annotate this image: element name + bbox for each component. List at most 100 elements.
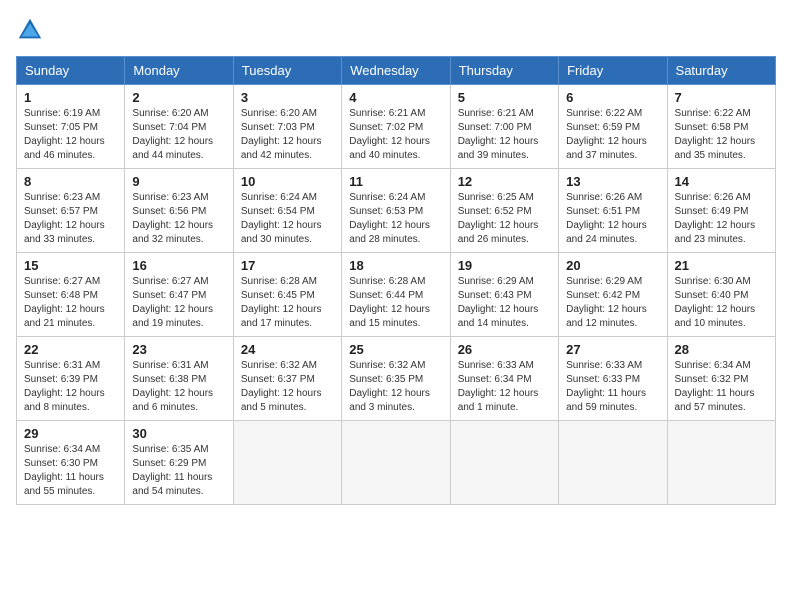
day-info: Sunrise: 6:30 AM Sunset: 6:40 PM Dayligh…	[675, 275, 768, 331]
calendar-cell: 27 Sunrise: 6:33 AM Sunset: 6:33 PM Dayl…	[559, 337, 667, 421]
calendar-cell	[450, 421, 558, 505]
col-header-thursday: Thursday	[450, 57, 558, 85]
calendar-cell: 9 Sunrise: 6:23 AM Sunset: 6:56 PM Dayli…	[125, 169, 233, 253]
day-number: 18	[349, 258, 442, 273]
day-number: 3	[241, 90, 334, 105]
day-number: 5	[458, 90, 551, 105]
day-info: Sunrise: 6:28 AM Sunset: 6:45 PM Dayligh…	[241, 275, 334, 331]
calendar-cell: 12 Sunrise: 6:25 AM Sunset: 6:52 PM Dayl…	[450, 169, 558, 253]
day-number: 14	[675, 174, 768, 189]
calendar-cell	[667, 421, 775, 505]
day-number: 22	[24, 342, 117, 357]
day-number: 11	[349, 174, 442, 189]
day-info: Sunrise: 6:25 AM Sunset: 6:52 PM Dayligh…	[458, 191, 551, 247]
day-number: 15	[24, 258, 117, 273]
calendar-cell	[342, 421, 450, 505]
day-info: Sunrise: 6:20 AM Sunset: 7:04 PM Dayligh…	[132, 107, 225, 163]
page-header	[16, 16, 776, 44]
day-number: 20	[566, 258, 659, 273]
day-number: 10	[241, 174, 334, 189]
calendar-cell	[559, 421, 667, 505]
calendar-header-row: SundayMondayTuesdayWednesdayThursdayFrid…	[17, 57, 776, 85]
logo-icon	[16, 16, 44, 44]
day-number: 30	[132, 426, 225, 441]
day-number: 21	[675, 258, 768, 273]
calendar-table: SundayMondayTuesdayWednesdayThursdayFrid…	[16, 56, 776, 505]
day-number: 4	[349, 90, 442, 105]
calendar-cell: 14 Sunrise: 6:26 AM Sunset: 6:49 PM Dayl…	[667, 169, 775, 253]
day-info: Sunrise: 6:35 AM Sunset: 6:29 PM Dayligh…	[132, 443, 225, 499]
calendar-cell: 30 Sunrise: 6:35 AM Sunset: 6:29 PM Dayl…	[125, 421, 233, 505]
day-info: Sunrise: 6:22 AM Sunset: 6:59 PM Dayligh…	[566, 107, 659, 163]
day-number: 17	[241, 258, 334, 273]
logo	[16, 16, 48, 44]
calendar-cell: 11 Sunrise: 6:24 AM Sunset: 6:53 PM Dayl…	[342, 169, 450, 253]
calendar-week-row: 15 Sunrise: 6:27 AM Sunset: 6:48 PM Dayl…	[17, 253, 776, 337]
calendar-cell: 22 Sunrise: 6:31 AM Sunset: 6:39 PM Dayl…	[17, 337, 125, 421]
day-info: Sunrise: 6:22 AM Sunset: 6:58 PM Dayligh…	[675, 107, 768, 163]
calendar-cell: 20 Sunrise: 6:29 AM Sunset: 6:42 PM Dayl…	[559, 253, 667, 337]
calendar-cell: 25 Sunrise: 6:32 AM Sunset: 6:35 PM Dayl…	[342, 337, 450, 421]
day-info: Sunrise: 6:34 AM Sunset: 6:32 PM Dayligh…	[675, 359, 768, 415]
day-info: Sunrise: 6:23 AM Sunset: 6:57 PM Dayligh…	[24, 191, 117, 247]
day-info: Sunrise: 6:23 AM Sunset: 6:56 PM Dayligh…	[132, 191, 225, 247]
day-number: 26	[458, 342, 551, 357]
calendar-cell: 4 Sunrise: 6:21 AM Sunset: 7:02 PM Dayli…	[342, 85, 450, 169]
calendar-cell: 1 Sunrise: 6:19 AM Sunset: 7:05 PM Dayli…	[17, 85, 125, 169]
col-header-tuesday: Tuesday	[233, 57, 341, 85]
calendar-week-row: 1 Sunrise: 6:19 AM Sunset: 7:05 PM Dayli…	[17, 85, 776, 169]
day-info: Sunrise: 6:34 AM Sunset: 6:30 PM Dayligh…	[24, 443, 117, 499]
day-number: 25	[349, 342, 442, 357]
day-info: Sunrise: 6:27 AM Sunset: 6:47 PM Dayligh…	[132, 275, 225, 331]
calendar-cell: 8 Sunrise: 6:23 AM Sunset: 6:57 PM Dayli…	[17, 169, 125, 253]
calendar-cell: 15 Sunrise: 6:27 AM Sunset: 6:48 PM Dayl…	[17, 253, 125, 337]
calendar-cell: 19 Sunrise: 6:29 AM Sunset: 6:43 PM Dayl…	[450, 253, 558, 337]
day-number: 16	[132, 258, 225, 273]
day-number: 23	[132, 342, 225, 357]
day-number: 19	[458, 258, 551, 273]
day-info: Sunrise: 6:26 AM Sunset: 6:49 PM Dayligh…	[675, 191, 768, 247]
day-number: 6	[566, 90, 659, 105]
calendar-cell: 24 Sunrise: 6:32 AM Sunset: 6:37 PM Dayl…	[233, 337, 341, 421]
calendar-cell: 6 Sunrise: 6:22 AM Sunset: 6:59 PM Dayli…	[559, 85, 667, 169]
day-info: Sunrise: 6:19 AM Sunset: 7:05 PM Dayligh…	[24, 107, 117, 163]
day-info: Sunrise: 6:24 AM Sunset: 6:53 PM Dayligh…	[349, 191, 442, 247]
day-number: 12	[458, 174, 551, 189]
day-number: 2	[132, 90, 225, 105]
calendar-cell: 29 Sunrise: 6:34 AM Sunset: 6:30 PM Dayl…	[17, 421, 125, 505]
day-info: Sunrise: 6:24 AM Sunset: 6:54 PM Dayligh…	[241, 191, 334, 247]
calendar-cell: 2 Sunrise: 6:20 AM Sunset: 7:04 PM Dayli…	[125, 85, 233, 169]
col-header-monday: Monday	[125, 57, 233, 85]
day-info: Sunrise: 6:33 AM Sunset: 6:34 PM Dayligh…	[458, 359, 551, 415]
day-number: 13	[566, 174, 659, 189]
day-info: Sunrise: 6:26 AM Sunset: 6:51 PM Dayligh…	[566, 191, 659, 247]
day-info: Sunrise: 6:27 AM Sunset: 6:48 PM Dayligh…	[24, 275, 117, 331]
col-header-sunday: Sunday	[17, 57, 125, 85]
day-number: 9	[132, 174, 225, 189]
day-info: Sunrise: 6:28 AM Sunset: 6:44 PM Dayligh…	[349, 275, 442, 331]
calendar-cell: 26 Sunrise: 6:33 AM Sunset: 6:34 PM Dayl…	[450, 337, 558, 421]
calendar-week-row: 8 Sunrise: 6:23 AM Sunset: 6:57 PM Dayli…	[17, 169, 776, 253]
calendar-cell: 3 Sunrise: 6:20 AM Sunset: 7:03 PM Dayli…	[233, 85, 341, 169]
day-info: Sunrise: 6:32 AM Sunset: 6:35 PM Dayligh…	[349, 359, 442, 415]
calendar-week-row: 29 Sunrise: 6:34 AM Sunset: 6:30 PM Dayl…	[17, 421, 776, 505]
calendar-cell: 16 Sunrise: 6:27 AM Sunset: 6:47 PM Dayl…	[125, 253, 233, 337]
day-number: 27	[566, 342, 659, 357]
calendar-cell: 21 Sunrise: 6:30 AM Sunset: 6:40 PM Dayl…	[667, 253, 775, 337]
day-number: 28	[675, 342, 768, 357]
day-number: 8	[24, 174, 117, 189]
day-info: Sunrise: 6:20 AM Sunset: 7:03 PM Dayligh…	[241, 107, 334, 163]
day-info: Sunrise: 6:32 AM Sunset: 6:37 PM Dayligh…	[241, 359, 334, 415]
calendar-cell	[233, 421, 341, 505]
day-info: Sunrise: 6:31 AM Sunset: 6:38 PM Dayligh…	[132, 359, 225, 415]
calendar-cell: 28 Sunrise: 6:34 AM Sunset: 6:32 PM Dayl…	[667, 337, 775, 421]
day-info: Sunrise: 6:21 AM Sunset: 7:02 PM Dayligh…	[349, 107, 442, 163]
calendar-cell: 17 Sunrise: 6:28 AM Sunset: 6:45 PM Dayl…	[233, 253, 341, 337]
calendar-cell: 7 Sunrise: 6:22 AM Sunset: 6:58 PM Dayli…	[667, 85, 775, 169]
calendar-week-row: 22 Sunrise: 6:31 AM Sunset: 6:39 PM Dayl…	[17, 337, 776, 421]
calendar-cell: 13 Sunrise: 6:26 AM Sunset: 6:51 PM Dayl…	[559, 169, 667, 253]
day-info: Sunrise: 6:29 AM Sunset: 6:43 PM Dayligh…	[458, 275, 551, 331]
day-info: Sunrise: 6:31 AM Sunset: 6:39 PM Dayligh…	[24, 359, 117, 415]
calendar-cell: 18 Sunrise: 6:28 AM Sunset: 6:44 PM Dayl…	[342, 253, 450, 337]
col-header-saturday: Saturday	[667, 57, 775, 85]
